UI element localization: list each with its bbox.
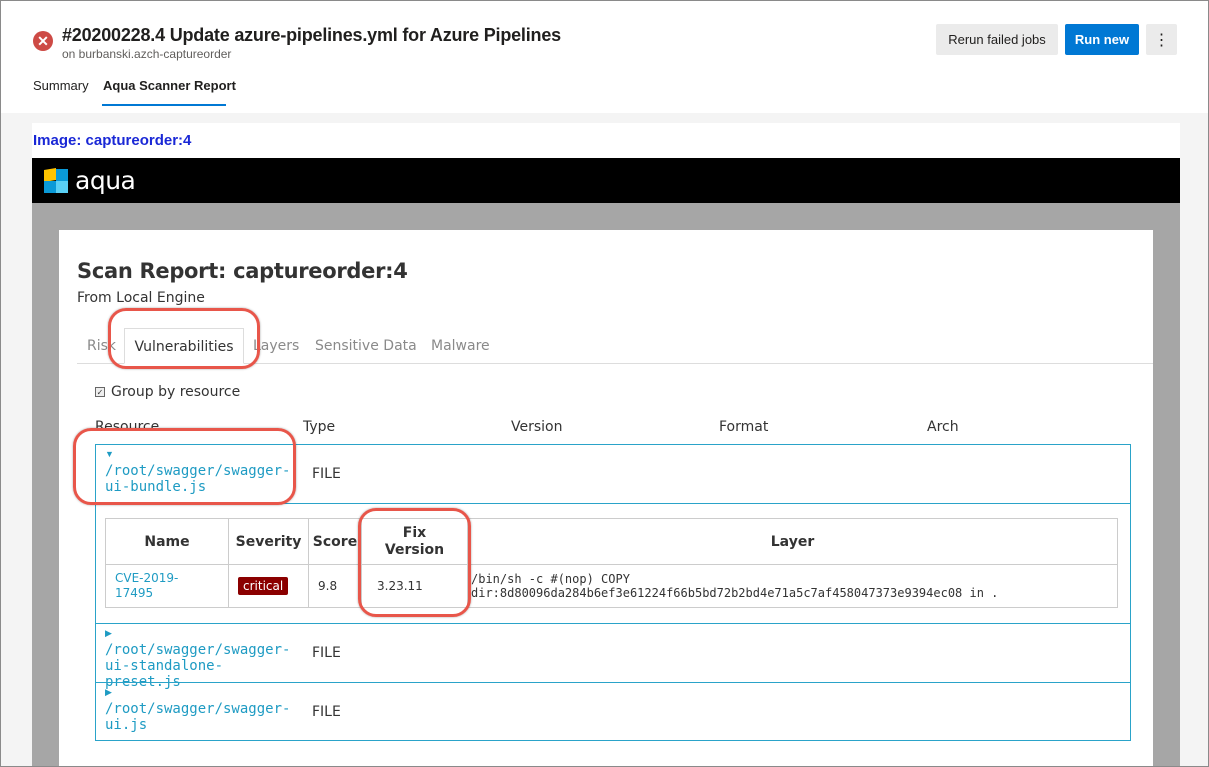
aqua-logo-icon xyxy=(44,167,68,193)
aqua-header-bar: aqua xyxy=(32,158,1180,203)
checkbox-checked-icon[interactable]: ✓ xyxy=(95,387,105,397)
column-header-format: Format xyxy=(719,419,769,435)
group-by-resource-checkbox[interactable]: ✓ Group by resource xyxy=(95,384,240,400)
highlight-vulnerabilities-tab xyxy=(108,308,260,369)
expand-triangle-icon[interactable]: ▶ xyxy=(105,687,112,698)
error-status-icon: ✕ xyxy=(33,31,53,51)
vuln-header-score: Score xyxy=(308,518,362,565)
scan-report-title: Scan Report: captureorder:4 xyxy=(77,259,408,283)
resource-type: FILE xyxy=(312,704,341,720)
table-row: CVE-2019-17495 critical 9.8 3.23.11 /bin… xyxy=(105,564,1118,608)
tab-malware[interactable]: Malware xyxy=(431,338,490,354)
column-header-type: Type xyxy=(303,419,336,435)
highlight-fix-version xyxy=(358,508,471,617)
cve-link[interactable]: CVE-2019-17495 xyxy=(115,571,195,601)
vuln-header-name: Name xyxy=(105,518,229,565)
app-frame: ✕ #20200228.4 Update azure-pipelines.yml… xyxy=(0,0,1209,767)
highlight-resource xyxy=(73,428,296,505)
score-value: 9.8 xyxy=(308,564,362,608)
resource-type: FILE xyxy=(312,645,341,661)
group-by-label: Group by resource xyxy=(111,384,241,400)
severity-badge: critical xyxy=(238,577,289,595)
vuln-header-layer: Layer xyxy=(467,518,1118,565)
page-title: #20200228.4 Update azure-pipelines.yml f… xyxy=(62,25,561,45)
image-title: Image: captureorder:4 xyxy=(33,132,192,149)
aqua-brand: aqua xyxy=(75,166,136,195)
row-divider xyxy=(95,623,1131,624)
vulnerability-table: Name Severity Score Fix Version Layer CV… xyxy=(105,518,1118,608)
layer-value: /bin/sh -c #(nop) COPY dir:8d80096da284b… xyxy=(467,564,1118,608)
tab-aqua-scanner-report[interactable]: Aqua Scanner Report xyxy=(103,78,236,101)
rerun-failed-jobs-button[interactable]: Rerun failed jobs xyxy=(936,24,1058,55)
vuln-header-row: Name Severity Score Fix Version Layer xyxy=(105,518,1118,565)
resource-type: FILE xyxy=(312,466,341,482)
tab-summary[interactable]: Summary xyxy=(33,78,89,101)
row-divider xyxy=(95,682,1131,683)
more-options-icon[interactable]: ⋮ xyxy=(1146,24,1177,55)
expand-triangle-icon[interactable]: ▶ xyxy=(105,628,112,639)
vuln-header-severity: Severity xyxy=(228,518,309,565)
column-header-arch: Arch xyxy=(927,419,959,435)
tab-sensitive-data[interactable]: Sensitive Data xyxy=(315,338,417,354)
column-header-version: Version xyxy=(511,419,563,435)
run-new-button[interactable]: Run new xyxy=(1065,24,1139,55)
resource-link[interactable]: /root/swagger/swagger-ui.js xyxy=(105,701,290,733)
page-subtitle: on burbanski.azch-captureorder xyxy=(62,47,232,61)
active-tab-indicator xyxy=(102,104,226,106)
scan-report-subtitle: From Local Engine xyxy=(77,290,205,306)
